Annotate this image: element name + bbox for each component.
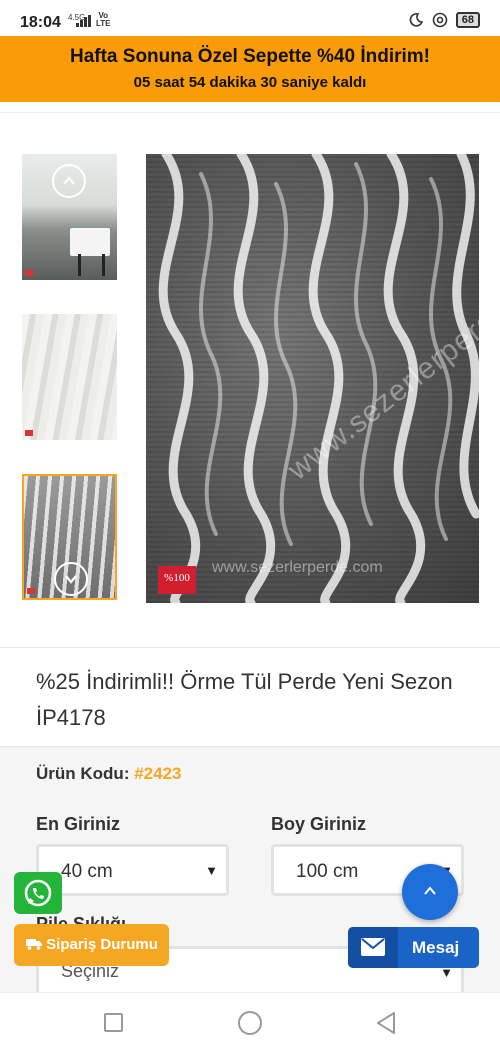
thumbnail-3-selected[interactable] — [22, 474, 117, 600]
divider — [0, 647, 500, 648]
truck-icon — [26, 939, 42, 950]
product-code: Ürün Kodu: #2423 — [36, 764, 182, 784]
message-icon-box — [348, 927, 398, 968]
table-image-shape — [70, 228, 110, 256]
whatsapp-icon — [24, 879, 52, 907]
brand-badge: %100 — [158, 566, 196, 594]
thumbnail-1[interactable] — [22, 154, 117, 280]
table-image-leg — [102, 254, 105, 276]
thumb-brand-badge — [25, 270, 33, 276]
order-status-label: Sipariş Durumu — [46, 936, 158, 953]
chevron-down-icon — [65, 575, 77, 584]
thumbnail-scroll-up-button[interactable] — [52, 164, 86, 198]
at-icon — [432, 12, 448, 28]
back-icon[interactable] — [374, 1011, 398, 1035]
product-code-value: #2423 — [134, 764, 182, 783]
thumbnail-2[interactable] — [22, 314, 117, 440]
message-button[interactable]: Mesaj — [348, 927, 479, 968]
do-not-disturb-icon — [409, 13, 423, 27]
system-nav-bar — [0, 992, 500, 1055]
signal-icon — [76, 15, 91, 27]
caret-down-icon: ▼ — [205, 863, 218, 878]
scroll-to-top-button[interactable] — [402, 864, 458, 920]
whatsapp-button[interactable] — [14, 872, 62, 914]
home-icon[interactable] — [238, 1011, 262, 1035]
width-label: En Giriniz — [36, 814, 121, 834]
envelope-icon — [361, 938, 385, 956]
battery-indicator: 68 — [455, 12, 480, 28]
main-product-image[interactable]: www.sezerlerperde.com www.sezerlerperde.… — [146, 154, 479, 603]
thumb-brand-badge — [27, 588, 35, 594]
promo-title: Hafta Sonuna Özel Sepette %40 İndirim! — [69, 46, 431, 67]
message-label: Mesaj — [412, 938, 460, 957]
status-time: 18:04 — [20, 14, 61, 31]
promo-banner[interactable]: Hafta Sonuna Özel Sepette %40 İndirim! 0… — [0, 36, 500, 102]
thumbnail-scroll-down-button[interactable] — [54, 562, 88, 596]
status-right: 68 — [408, 12, 480, 28]
divider — [0, 112, 500, 113]
volte-indicator: Vo LTE — [96, 11, 111, 28]
promo-countdown: 05 saat 54 dakika 30 saniye kaldı — [133, 74, 367, 91]
table-image-leg — [78, 254, 81, 276]
chevron-up-icon — [424, 886, 436, 895]
chevron-up-icon — [63, 176, 75, 185]
product-code-label: Ürün Kodu: — [36, 764, 130, 783]
height-select-value: 100 cm — [296, 861, 359, 882]
image-watermark-bottom: www.sezerlerperde.com — [212, 559, 383, 576]
product-title: %25 İndirimli!! Örme Tül Perde Yeni Sezo… — [36, 669, 453, 730]
status-bar: 18:04 4.5G Vo LTE 68 — [0, 0, 500, 36]
width-select-value: 40 cm — [61, 861, 113, 882]
width-select[interactable]: 40 cm ▼ — [36, 844, 229, 896]
order-status-button[interactable]: Sipariş Durumu — [14, 924, 169, 966]
height-label: Boy Giriniz — [271, 814, 367, 834]
recent-apps-icon[interactable] — [104, 1013, 123, 1032]
thumb-brand-badge — [25, 430, 33, 436]
